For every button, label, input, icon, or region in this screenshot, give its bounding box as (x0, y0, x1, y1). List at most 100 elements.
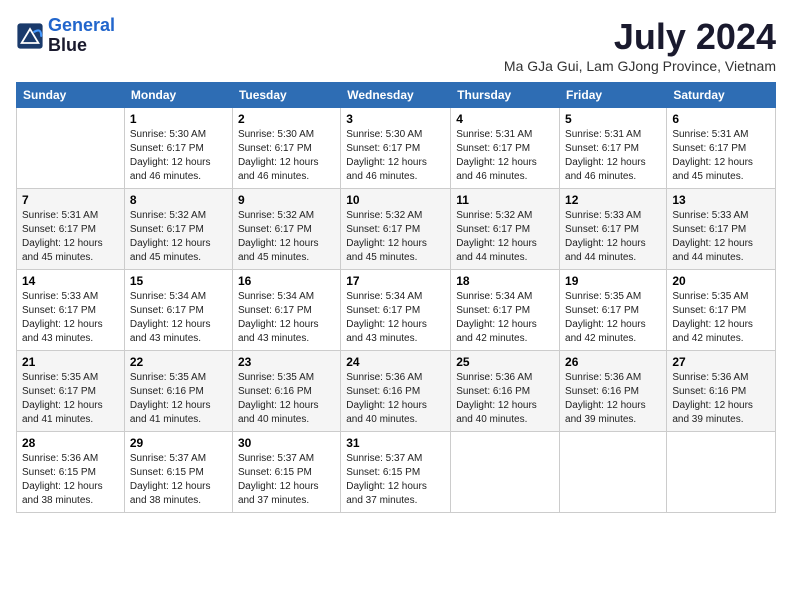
cell-info: Sunrise: 5:35 AM Sunset: 6:17 PM Dayligh… (22, 371, 119, 427)
cell-info: Sunrise: 5:31 AM Sunset: 6:17 PM Dayligh… (565, 128, 661, 184)
calendar-cell: 26 Sunrise: 5:36 AM Sunset: 6:16 PM Dayl… (560, 351, 667, 432)
logo: General Blue (16, 16, 115, 56)
calendar-cell (667, 432, 776, 513)
day-number: 4 (456, 112, 554, 126)
calendar-cell: 22 Sunrise: 5:35 AM Sunset: 6:16 PM Dayl… (124, 351, 232, 432)
cell-info: Sunrise: 5:34 AM Sunset: 6:17 PM Dayligh… (238, 290, 335, 346)
calendar-cell: 18 Sunrise: 5:34 AM Sunset: 6:17 PM Dayl… (451, 270, 560, 351)
calendar-cell: 23 Sunrise: 5:35 AM Sunset: 6:16 PM Dayl… (232, 351, 340, 432)
cell-info: Sunrise: 5:32 AM Sunset: 6:17 PM Dayligh… (456, 209, 554, 265)
calendar-cell: 28 Sunrise: 5:36 AM Sunset: 6:15 PM Dayl… (17, 432, 125, 513)
day-number: 28 (22, 436, 119, 450)
col-friday: Friday (560, 83, 667, 108)
calendar-cell: 17 Sunrise: 5:34 AM Sunset: 6:17 PM Dayl… (341, 270, 451, 351)
day-number: 7 (22, 193, 119, 207)
day-number: 24 (346, 355, 445, 369)
day-number: 3 (346, 112, 445, 126)
cell-info: Sunrise: 5:35 AM Sunset: 6:16 PM Dayligh… (130, 371, 227, 427)
calendar-cell: 27 Sunrise: 5:36 AM Sunset: 6:16 PM Dayl… (667, 351, 776, 432)
cell-info: Sunrise: 5:30 AM Sunset: 6:17 PM Dayligh… (238, 128, 335, 184)
col-sunday: Sunday (17, 83, 125, 108)
calendar-cell: 20 Sunrise: 5:35 AM Sunset: 6:17 PM Dayl… (667, 270, 776, 351)
subtitle: Ma GJa Gui, Lam GJong Province, Vietnam (504, 58, 776, 74)
calendar-cell: 21 Sunrise: 5:35 AM Sunset: 6:17 PM Dayl… (17, 351, 125, 432)
col-saturday: Saturday (667, 83, 776, 108)
day-number: 31 (346, 436, 445, 450)
cell-info: Sunrise: 5:33 AM Sunset: 6:17 PM Dayligh… (565, 209, 661, 265)
day-number: 1 (130, 112, 227, 126)
calendar-cell: 15 Sunrise: 5:34 AM Sunset: 6:17 PM Dayl… (124, 270, 232, 351)
calendar-cell: 2 Sunrise: 5:30 AM Sunset: 6:17 PM Dayli… (232, 108, 340, 189)
calendar-week-row: 1 Sunrise: 5:30 AM Sunset: 6:17 PM Dayli… (17, 108, 776, 189)
main-title: July 2024 (504, 16, 776, 58)
calendar-cell: 10 Sunrise: 5:32 AM Sunset: 6:17 PM Dayl… (341, 189, 451, 270)
day-number: 10 (346, 193, 445, 207)
calendar-cell: 3 Sunrise: 5:30 AM Sunset: 6:17 PM Dayli… (341, 108, 451, 189)
day-number: 5 (565, 112, 661, 126)
cell-info: Sunrise: 5:34 AM Sunset: 6:17 PM Dayligh… (346, 290, 445, 346)
calendar-cell: 12 Sunrise: 5:33 AM Sunset: 6:17 PM Dayl… (560, 189, 667, 270)
day-number: 12 (565, 193, 661, 207)
calendar-cell: 9 Sunrise: 5:32 AM Sunset: 6:17 PM Dayli… (232, 189, 340, 270)
cell-info: Sunrise: 5:36 AM Sunset: 6:16 PM Dayligh… (346, 371, 445, 427)
calendar-cell: 8 Sunrise: 5:32 AM Sunset: 6:17 PM Dayli… (124, 189, 232, 270)
day-number: 27 (672, 355, 770, 369)
calendar-table: Sunday Monday Tuesday Wednesday Thursday… (16, 82, 776, 513)
day-number: 19 (565, 274, 661, 288)
cell-info: Sunrise: 5:35 AM Sunset: 6:17 PM Dayligh… (565, 290, 661, 346)
calendar-cell: 25 Sunrise: 5:36 AM Sunset: 6:16 PM Dayl… (451, 351, 560, 432)
col-tuesday: Tuesday (232, 83, 340, 108)
calendar-cell (560, 432, 667, 513)
cell-info: Sunrise: 5:32 AM Sunset: 6:17 PM Dayligh… (130, 209, 227, 265)
cell-info: Sunrise: 5:36 AM Sunset: 6:16 PM Dayligh… (565, 371, 661, 427)
calendar-cell: 30 Sunrise: 5:37 AM Sunset: 6:15 PM Dayl… (232, 432, 340, 513)
cell-info: Sunrise: 5:37 AM Sunset: 6:15 PM Dayligh… (238, 452, 335, 508)
calendar-cell (17, 108, 125, 189)
cell-info: Sunrise: 5:31 AM Sunset: 6:17 PM Dayligh… (672, 128, 770, 184)
col-wednesday: Wednesday (341, 83, 451, 108)
day-number: 22 (130, 355, 227, 369)
calendar-week-row: 21 Sunrise: 5:35 AM Sunset: 6:17 PM Dayl… (17, 351, 776, 432)
cell-info: Sunrise: 5:37 AM Sunset: 6:15 PM Dayligh… (346, 452, 445, 508)
cell-info: Sunrise: 5:34 AM Sunset: 6:17 PM Dayligh… (130, 290, 227, 346)
cell-info: Sunrise: 5:35 AM Sunset: 6:17 PM Dayligh… (672, 290, 770, 346)
day-number: 26 (565, 355, 661, 369)
calendar-cell: 24 Sunrise: 5:36 AM Sunset: 6:16 PM Dayl… (341, 351, 451, 432)
calendar-cell: 5 Sunrise: 5:31 AM Sunset: 6:17 PM Dayli… (560, 108, 667, 189)
cell-info: Sunrise: 5:36 AM Sunset: 6:15 PM Dayligh… (22, 452, 119, 508)
cell-info: Sunrise: 5:30 AM Sunset: 6:17 PM Dayligh… (130, 128, 227, 184)
day-number: 15 (130, 274, 227, 288)
calendar-cell: 7 Sunrise: 5:31 AM Sunset: 6:17 PM Dayli… (17, 189, 125, 270)
logo-text: General Blue (48, 16, 115, 56)
day-number: 8 (130, 193, 227, 207)
calendar-cell: 16 Sunrise: 5:34 AM Sunset: 6:17 PM Dayl… (232, 270, 340, 351)
cell-info: Sunrise: 5:35 AM Sunset: 6:16 PM Dayligh… (238, 371, 335, 427)
logo-icon (16, 22, 44, 50)
day-number: 9 (238, 193, 335, 207)
cell-info: Sunrise: 5:32 AM Sunset: 6:17 PM Dayligh… (346, 209, 445, 265)
cell-info: Sunrise: 5:31 AM Sunset: 6:17 PM Dayligh… (22, 209, 119, 265)
day-number: 2 (238, 112, 335, 126)
calendar-week-row: 28 Sunrise: 5:36 AM Sunset: 6:15 PM Dayl… (17, 432, 776, 513)
day-number: 20 (672, 274, 770, 288)
cell-info: Sunrise: 5:30 AM Sunset: 6:17 PM Dayligh… (346, 128, 445, 184)
day-number: 25 (456, 355, 554, 369)
cell-info: Sunrise: 5:33 AM Sunset: 6:17 PM Dayligh… (672, 209, 770, 265)
day-number: 30 (238, 436, 335, 450)
calendar-cell: 6 Sunrise: 5:31 AM Sunset: 6:17 PM Dayli… (667, 108, 776, 189)
calendar-cell: 31 Sunrise: 5:37 AM Sunset: 6:15 PM Dayl… (341, 432, 451, 513)
cell-info: Sunrise: 5:37 AM Sunset: 6:15 PM Dayligh… (130, 452, 227, 508)
cell-info: Sunrise: 5:36 AM Sunset: 6:16 PM Dayligh… (456, 371, 554, 427)
cell-info: Sunrise: 5:32 AM Sunset: 6:17 PM Dayligh… (238, 209, 335, 265)
cell-info: Sunrise: 5:36 AM Sunset: 6:16 PM Dayligh… (672, 371, 770, 427)
header-row: Sunday Monday Tuesday Wednesday Thursday… (17, 83, 776, 108)
day-number: 13 (672, 193, 770, 207)
calendar-cell: 13 Sunrise: 5:33 AM Sunset: 6:17 PM Dayl… (667, 189, 776, 270)
title-area: July 2024 Ma GJa Gui, Lam GJong Province… (504, 16, 776, 74)
cell-info: Sunrise: 5:33 AM Sunset: 6:17 PM Dayligh… (22, 290, 119, 346)
calendar-cell: 19 Sunrise: 5:35 AM Sunset: 6:17 PM Dayl… (560, 270, 667, 351)
calendar-cell: 11 Sunrise: 5:32 AM Sunset: 6:17 PM Dayl… (451, 189, 560, 270)
day-number: 21 (22, 355, 119, 369)
col-thursday: Thursday (451, 83, 560, 108)
day-number: 16 (238, 274, 335, 288)
